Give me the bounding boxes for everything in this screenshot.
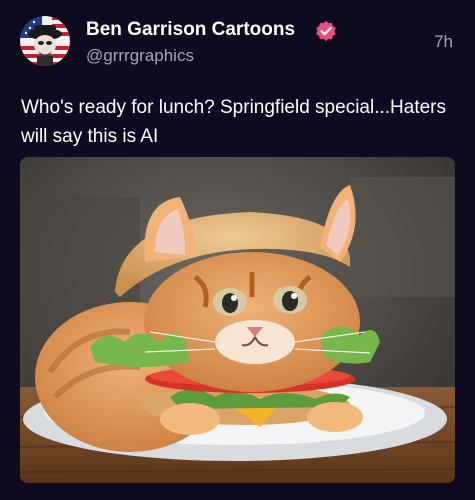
post[interactable]: Ben Garrison Cartoons @grrrgraphics 7h W… xyxy=(0,0,475,500)
post-timestamp[interactable]: 7h xyxy=(434,32,453,52)
avatar[interactable] xyxy=(20,16,70,66)
post-text: Who's ready for lunch? Springfield speci… xyxy=(21,97,446,147)
author-name[interactable]: Ben Garrison Cartoons xyxy=(86,19,295,41)
verified-badge-icon xyxy=(315,20,337,42)
author-handle[interactable]: @grrrgraphics xyxy=(86,46,194,66)
post-image[interactable] xyxy=(20,157,455,483)
